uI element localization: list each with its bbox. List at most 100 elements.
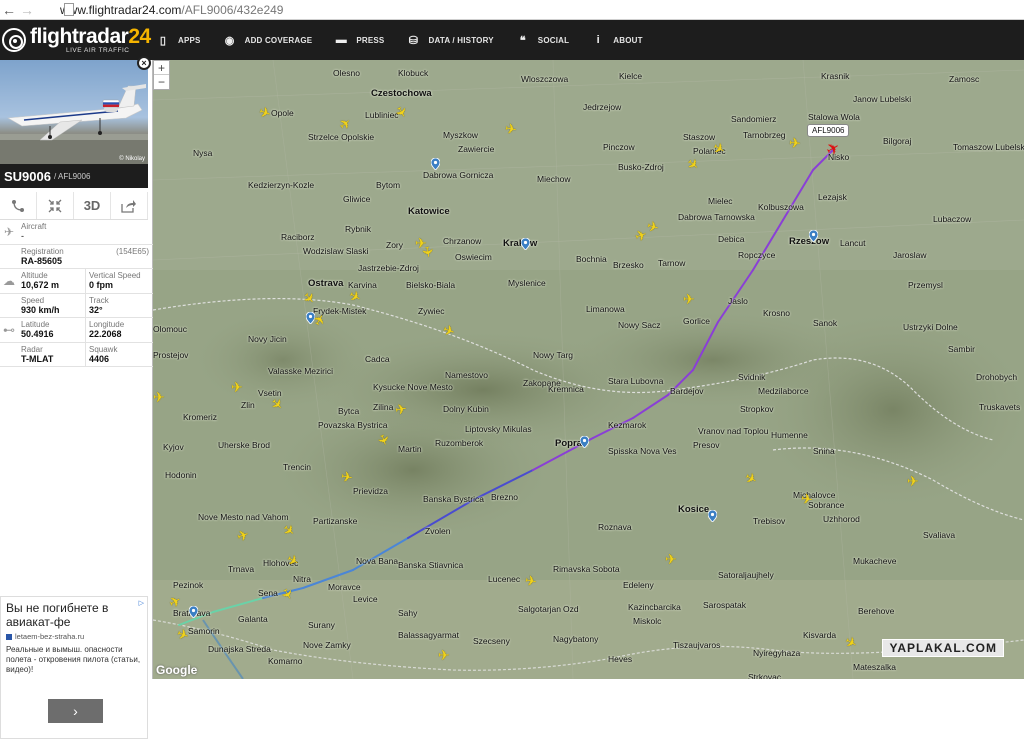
- city-label: Sarospatak: [703, 600, 746, 610]
- aircraft-marker-icon[interactable]: ✈: [231, 380, 245, 394]
- chat-icon: ▬: [335, 34, 347, 46]
- url-field[interactable]: www.flightradar24.com/AFL9006/432e249: [60, 3, 283, 17]
- city-label: Snina: [813, 446, 835, 456]
- city-label: Kazincbarcika: [628, 602, 681, 612]
- menu-item-social[interactable]: ❝ SOCIAL: [516, 34, 569, 47]
- aircraft-marker-icon[interactable]: ✈: [683, 292, 697, 306]
- city-label: Brzesko: [613, 260, 644, 270]
- info-cell-altitude: Altitude 10,672 m: [18, 269, 85, 293]
- back-arrow-icon[interactable]: ←: [0, 1, 18, 19]
- city-label: Trencin: [283, 462, 312, 472]
- city-label: Levice: [353, 594, 378, 604]
- map-view[interactable]: + − Klobuck Wloszczowa Kielce Krasnik Olesno…: [153, 60, 1024, 679]
- menu-item-label: ABOUT: [613, 35, 643, 45]
- city-label: Katowice: [408, 206, 450, 217]
- city-label: Presov: [693, 440, 720, 450]
- airport-pin-icon[interactable]: [708, 510, 717, 522]
- aircraft-marker-icon[interactable]: ✈: [438, 648, 452, 662]
- ad-choices-icon[interactable]: ▷: [139, 599, 144, 607]
- ad-arrow-button[interactable]: ›: [48, 699, 103, 723]
- info-extra: (154E65): [116, 246, 149, 256]
- city-label: Wloszczowa: [521, 74, 569, 84]
- forward-arrow-icon[interactable]: →: [18, 1, 36, 19]
- menu-item-label: SOCIAL: [537, 35, 570, 45]
- info-cell-radar: Radar T-MLAT: [18, 343, 85, 367]
- aircraft-marker-icon[interactable]: ✈: [800, 490, 816, 508]
- phone-icon: ▯: [159, 34, 167, 47]
- airport-pin-icon[interactable]: [189, 606, 198, 618]
- menu-item-data-history[interactable]: ⛁ DATA / HISTORY: [406, 34, 494, 47]
- info-label: Latitude: [21, 320, 50, 329]
- menu-item-press[interactable]: ▬ PRESS: [334, 34, 385, 46]
- collapse-icon[interactable]: [37, 192, 74, 219]
- info-value: -: [21, 231, 24, 241]
- city-label: Bielsko-Biala: [406, 280, 456, 290]
- zoom-control: + −: [153, 60, 170, 90]
- aircraft-marker-icon[interactable]: ✈: [504, 120, 520, 138]
- ad-title[interactable]: Вы не погибнете в авиакат-фе: [6, 601, 142, 629]
- city-label: Stara Lubovna: [608, 376, 664, 386]
- menu-item-label: APPS: [178, 35, 201, 45]
- aircraft-photo-image: [0, 84, 148, 164]
- share-icon[interactable]: [111, 192, 148, 219]
- menu-item-label: DATA / HISTORY: [428, 35, 494, 45]
- city-label: Bilgoraj: [883, 136, 912, 146]
- aircraft-marker-icon[interactable]: ✈: [524, 572, 540, 590]
- advertisement[interactable]: ▷ Вы не погибнете в авиакат-фе letaem-be…: [0, 596, 148, 739]
- google-logo: Google: [156, 663, 198, 677]
- aircraft-marker-icon[interactable]: ✈: [394, 400, 410, 418]
- city-label: Kielce: [619, 71, 643, 81]
- aircraft-marker-icon[interactable]: ✈: [665, 552, 679, 566]
- menu-item-about[interactable]: i ABOUT: [591, 34, 643, 46]
- browser-address-bar: ← → www.flightradar24.com/AFL9006/432e24…: [0, 0, 1024, 20]
- city-label: Limanowa: [586, 304, 625, 314]
- zoom-out-button[interactable]: −: [154, 75, 169, 89]
- menu-item-add-coverage[interactable]: ◉ ADD COVERAGE: [223, 34, 313, 47]
- city-label: Jaroslaw: [893, 250, 927, 260]
- airport-pin-icon[interactable]: [521, 238, 530, 250]
- city-label: Olomouc: [153, 324, 188, 334]
- city-label: Stropkov: [740, 404, 774, 414]
- city-label: Uzhhorod: [823, 514, 860, 524]
- airport-pin-icon[interactable]: [580, 436, 589, 448]
- info-value: 32°: [89, 304, 103, 315]
- city-label: Pezinok: [173, 580, 204, 590]
- view-3d-button[interactable]: 3D: [74, 192, 111, 219]
- aircraft-marker-icon[interactable]: ✈: [907, 474, 921, 488]
- info-cell-registration: Registration RA-85605 (154E65): [18, 245, 153, 269]
- zoom-in-button[interactable]: +: [154, 61, 169, 75]
- close-panel-icon[interactable]: ×: [137, 56, 151, 70]
- city-label: Mielec: [708, 196, 733, 206]
- city-label: Klobuck: [398, 68, 429, 78]
- aircraft-marker-icon[interactable]: ✈: [788, 134, 803, 151]
- city-label: Stalowa Wola: [808, 112, 860, 122]
- city-label: Zlin: [241, 400, 255, 410]
- city-label: Nova Bana: [356, 556, 399, 566]
- city-label: Partizanske: [313, 516, 358, 526]
- aircraft-icon: ✈: [3, 224, 15, 239]
- city-label: Valasske Mezirici: [268, 366, 334, 376]
- city-label: Uherske Brod: [218, 440, 270, 450]
- city-label: Olesno: [333, 68, 360, 78]
- info-value: 50.4916: [21, 329, 54, 339]
- city-label: Gliwice: [343, 194, 371, 204]
- aircraft-marker-icon[interactable]: ✈: [340, 468, 356, 486]
- airport-pin-icon[interactable]: [809, 230, 818, 242]
- route-icon[interactable]: [0, 192, 37, 219]
- info-row: Registration RA-85605 (154E65): [0, 245, 153, 269]
- info-value: 0 fpm: [89, 280, 114, 290]
- menu-item-apps[interactable]: ▯ APPS: [156, 34, 201, 47]
- city-label: Nagybatony: [553, 634, 599, 644]
- city-label: Liptovsky Mikulas: [465, 424, 532, 434]
- city-label: Nowy Sacz: [618, 320, 661, 330]
- city-label: Oswiecim: [455, 252, 492, 262]
- city-label: Namestovo: [445, 370, 488, 380]
- logo[interactable]: flightradar24 LIVE AIR TRAFFIC: [2, 26, 152, 55]
- city-label: Lubaczow: [933, 214, 972, 224]
- selected-flight-label[interactable]: AFL9006: [807, 124, 850, 137]
- city-label: Surany: [308, 620, 335, 630]
- airport-pin-icon[interactable]: [431, 158, 440, 170]
- aircraft-marker-icon[interactable]: ✈: [419, 245, 437, 261]
- ad-favicon-icon: [6, 633, 12, 640]
- aircraft-marker-icon[interactable]: ✈: [153, 390, 167, 404]
